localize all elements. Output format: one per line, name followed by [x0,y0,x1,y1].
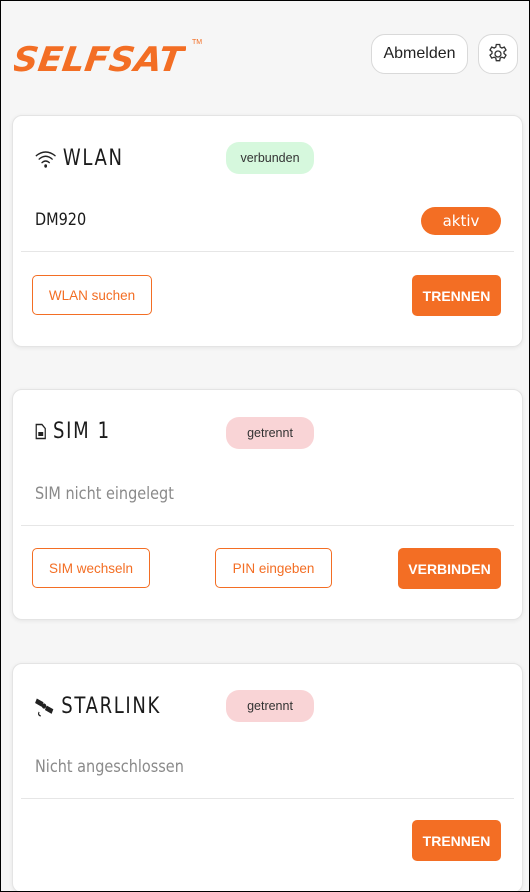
starlink-title: STARLINK [35,694,161,719]
selfsat-logo: SELFSAT TM [10,37,204,80]
sim-card: SIM 1 getrennt SIM nicht eingelegt SIM w… [12,389,523,620]
wlan-disconnect-button[interactable]: TRENNEN [412,275,501,316]
wlan-status-badge: verbunden [226,142,314,174]
wlan-active-badge: aktiv [421,207,501,235]
sim-connect-button[interactable]: VERBINDEN [398,548,501,589]
sim-title-text: SIM 1 [53,419,111,444]
sim-info-text: SIM nicht eingelegt [35,484,174,504]
divider [21,798,514,799]
trademark-mark: TM [192,39,203,46]
wlan-title: WLAN [35,146,124,171]
wlan-search-button[interactable]: WLAN suchen [32,275,152,315]
sim-switch-button[interactable]: SIM wechseln [32,548,150,588]
app-screen: SELFSAT TM Abmelden WLAN verbunden DM920… [0,0,530,892]
starlink-status-badge: getrennt [226,690,314,722]
satellite-icon [35,697,54,717]
wifi-icon [35,150,56,168]
sim-title: SIM 1 [35,419,111,444]
pin-enter-button[interactable]: PIN eingeben [215,548,332,588]
logout-button[interactable]: Abmelden [371,34,468,74]
wlan-card: WLAN verbunden DM920 aktiv WLAN suchen T… [12,115,523,347]
starlink-title-text: STARLINK [61,694,162,719]
sim-status-badge: getrennt [226,417,314,449]
divider [21,525,514,526]
starlink-card: STARLINK getrennt Nicht angeschlossen TR… [12,663,523,891]
sim-card-icon [35,423,46,440]
gear-icon [489,43,507,62]
starlink-disconnect-button[interactable]: TRENNEN [412,820,501,861]
divider [21,251,514,252]
settings-button[interactable] [478,34,518,74]
wlan-title-text: WLAN [62,146,124,171]
wlan-network-name: DM920 [35,210,87,230]
svg-text:SELFSAT: SELFSAT [14,40,186,77]
starlink-info-text: Nicht angeschlossen [35,757,184,777]
